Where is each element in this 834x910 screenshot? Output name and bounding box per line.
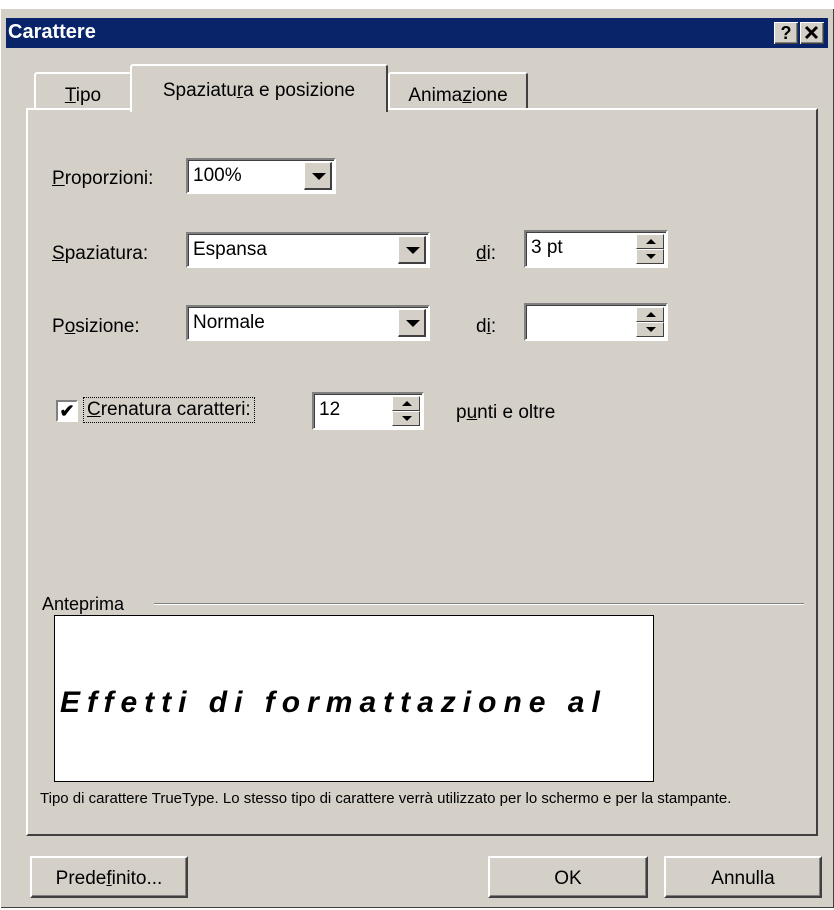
tab-spaziatura-posizione[interactable]: Spaziatura e posizione xyxy=(130,64,388,112)
posizione-di-spinner[interactable] xyxy=(524,303,668,341)
chevron-down-icon xyxy=(312,173,326,180)
tab-tipo[interactable]: Tipo xyxy=(34,72,132,110)
annulla-button-label: Annulla xyxy=(711,868,775,889)
posizione-dropdown[interactable]: Normale xyxy=(186,305,430,341)
spaziatura-dropdown[interactable]: Espansa xyxy=(186,232,430,268)
crenatura-label[interactable]: Crenatura caratteri: xyxy=(83,397,255,423)
chevron-down-icon xyxy=(406,320,420,327)
spaziatura-value: Espansa xyxy=(193,239,267,260)
spaziatura-di-value: 3 pt xyxy=(531,237,563,258)
anteprima-sample-text: Effetti di formattazione al xyxy=(60,686,607,719)
spaziatura-label: Spaziatura: xyxy=(52,243,149,264)
arrow-up-icon xyxy=(646,312,656,317)
crenatura-up-button[interactable] xyxy=(392,396,420,411)
arrow-up-icon xyxy=(646,239,656,244)
font-description: Tipo di carattere TrueType. Lo stesso ti… xyxy=(40,790,732,807)
tab-animazione-label-post: ione xyxy=(471,85,508,106)
proporzioni-dropdown-button[interactable] xyxy=(304,162,332,190)
posizione-dropdown-button[interactable] xyxy=(398,309,426,337)
tab-spaziatura-label-pre: Spaziatu xyxy=(162,80,237,101)
posizione-value: Normale xyxy=(193,312,265,333)
proporzioni-dropdown[interactable]: 100% xyxy=(186,158,336,194)
anteprima-preview: Effetti di formattazione al xyxy=(54,615,654,782)
crenatura-checkbox[interactable]: ✔ xyxy=(56,400,78,422)
crenatura-down-button[interactable] xyxy=(392,411,420,426)
posizione-label: Posizione: xyxy=(52,316,140,337)
posizione-di-down-button[interactable] xyxy=(636,322,664,337)
proporzioni-value: 100% xyxy=(193,165,242,186)
proporzioni-label: Proporzioni: xyxy=(52,168,154,189)
tab-animazione[interactable]: Animazione xyxy=(388,72,528,110)
tab-tipo-label: ipo xyxy=(75,85,102,106)
crenatura-suffix: punti e oltre xyxy=(456,402,556,423)
ok-button-label: OK xyxy=(554,868,582,889)
spaziatura-di-up-button[interactable] xyxy=(636,234,664,249)
help-button[interactable]: ? xyxy=(774,22,798,44)
annulla-button[interactable]: Annulla xyxy=(664,856,822,898)
title-bar: Carattere ? xyxy=(6,18,828,48)
anteprima-divider xyxy=(154,603,804,605)
chevron-down-icon xyxy=(406,247,420,254)
anteprima-label: Anteprima xyxy=(42,594,125,614)
ok-button[interactable]: OK xyxy=(488,856,648,898)
posizione-di-up-button[interactable] xyxy=(636,307,664,322)
spaziatura-di-down-button[interactable] xyxy=(636,249,664,264)
arrow-up-icon xyxy=(402,401,412,406)
predefinito-button[interactable]: Predefinito... xyxy=(30,856,188,898)
window-title: Carattere xyxy=(8,21,96,43)
tab-animazione-label-pre: Anima xyxy=(408,85,463,106)
arrow-down-icon xyxy=(646,254,656,259)
crenatura-spinner[interactable]: 12 xyxy=(312,392,424,430)
arrow-down-icon xyxy=(646,327,656,332)
arrow-down-icon xyxy=(402,416,412,421)
posizione-di-label: di: xyxy=(476,316,497,337)
spaziatura-dropdown-button[interactable] xyxy=(398,236,426,264)
crenatura-value: 12 xyxy=(319,399,341,420)
spaziatura-di-spinner[interactable]: 3 pt xyxy=(524,230,668,268)
close-button[interactable] xyxy=(800,22,824,44)
close-icon xyxy=(804,25,819,40)
tab-animazione-accel: z xyxy=(462,85,472,106)
tab-spaziatura-label-post: a e posizione xyxy=(243,80,356,101)
spaziatura-di-label: di: xyxy=(476,243,497,264)
tab-tipo-accel: T xyxy=(64,85,76,106)
